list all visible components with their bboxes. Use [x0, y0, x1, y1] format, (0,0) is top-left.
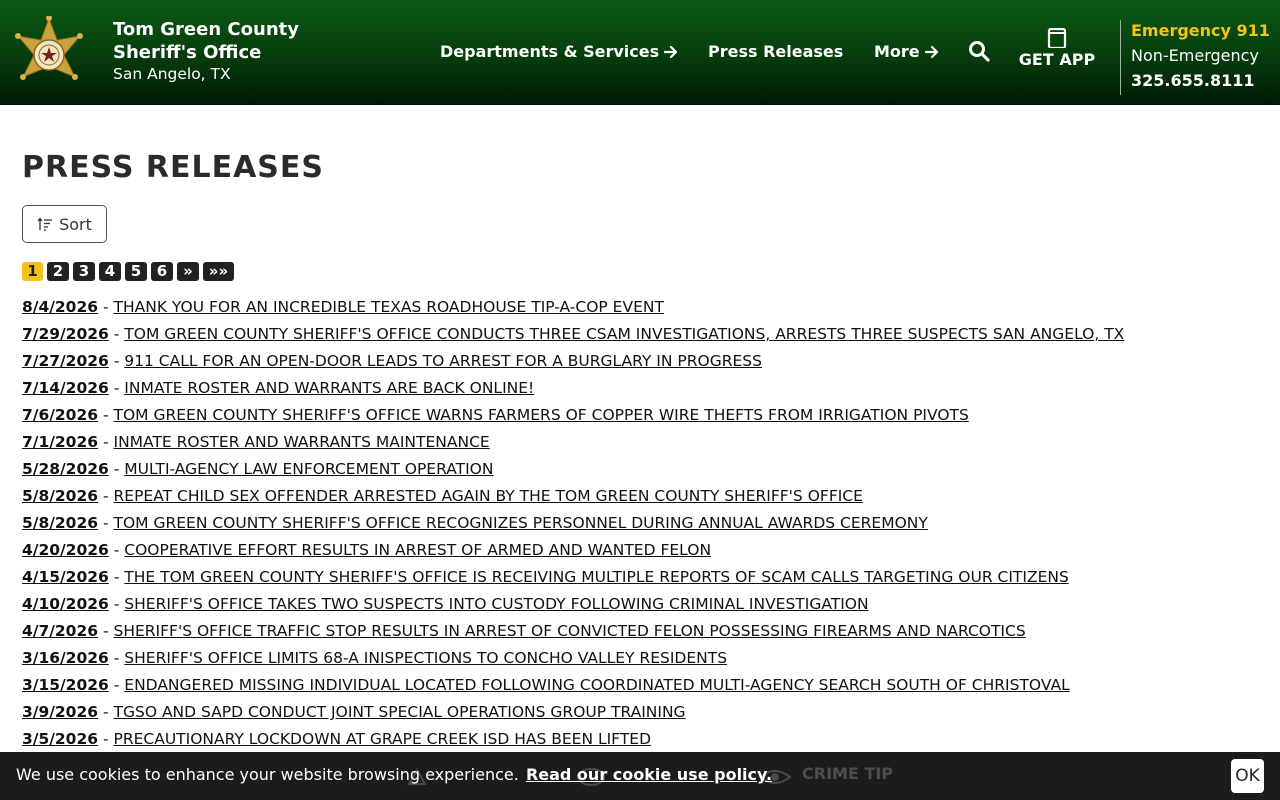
cookie-ok-button[interactable]: OK — [1231, 759, 1264, 793]
get-app-label: GET APP — [1018, 50, 1096, 69]
nav-label: Press Releases — [708, 42, 844, 61]
release-title: SHERIFF'S OFFICE TRAFFIC STOP RESULTS IN… — [113, 622, 1026, 640]
release-date: 7/14/2026 — [22, 379, 109, 397]
press-release-item[interactable]: 3/15/2026 - ENDANGERED MISSING INDIVIDUA… — [22, 674, 1124, 701]
contact-block: Emergency 911 Non-Emergency 325.655.8111 — [1131, 18, 1270, 93]
phone-icon — [1047, 28, 1067, 48]
release-date: 4/10/2026 — [22, 595, 109, 613]
release-title: ENDANGERED MISSING INDIVIDUAL LOCATED FO… — [124, 676, 1070, 694]
release-date: 4/7/2026 — [22, 622, 99, 640]
page-link-current[interactable]: 1 — [22, 262, 43, 281]
press-release-item[interactable]: 4/20/2026 - COOPERATIVE EFFORT RESULTS I… — [22, 539, 1124, 566]
page-link[interactable]: 6 — [151, 262, 173, 281]
press-release-item[interactable]: 5/8/2026 - REPEAT CHILD SEX OFFENDER ARR… — [22, 485, 1124, 512]
release-title: 911 CALL FOR AN OPEN-DOOR LEADS TO ARRES… — [124, 352, 762, 370]
brand-block[interactable]: Tom Green County Sheriff's Office San An… — [113, 18, 299, 84]
press-release-item[interactable]: 7/27/2026 - 911 CALL FOR AN OPEN-DOOR LE… — [22, 350, 1124, 377]
release-date: 3/16/2026 — [22, 649, 109, 667]
press-release-item[interactable]: 7/14/2026 - INMATE ROSTER AND WARRANTS A… — [22, 377, 1124, 404]
cookie-banner: CRIME TIP We use cookies to enhance your… — [0, 752, 1280, 800]
press-release-item[interactable]: 3/16/2026 - SHERIFF'S OFFICE LIMITS 68-A… — [22, 647, 1124, 674]
release-date: 5/8/2026 — [22, 514, 99, 532]
press-release-list: 8/4/2026 - THANK YOU FOR AN INCREDIBLE T… — [22, 296, 1124, 755]
press-release-item[interactable]: 8/4/2026 - THANK YOU FOR AN INCREDIBLE T… — [22, 296, 1124, 323]
nav-more[interactable]: More — [874, 42, 939, 61]
release-date: 8/4/2026 — [22, 298, 99, 316]
press-release-item[interactable]: 5/8/2026 - TOM GREEN COUNTY SHERIFF'S OF… — [22, 512, 1124, 539]
page-link[interactable]: 4 — [99, 262, 121, 281]
header-divider — [1120, 20, 1121, 95]
release-title: INMATE ROSTER AND WARRANTS ARE BACK ONLI… — [124, 379, 535, 397]
org-location: San Angelo, TX — [113, 65, 231, 83]
press-release-item[interactable]: 4/10/2026 - SHERIFF'S OFFICE TAKES TWO S… — [22, 593, 1124, 620]
release-date: 4/15/2026 — [22, 568, 109, 586]
nav-label: Departments & Services — [440, 42, 660, 61]
sort-button[interactable]: Sort — [22, 205, 107, 243]
release-title: COOPERATIVE EFFORT RESULTS IN ARREST OF … — [124, 541, 712, 559]
release-title: TOM GREEN COUNTY SHERIFF'S OFFICE CONDUC… — [124, 325, 1125, 343]
release-date: 3/5/2026 — [22, 730, 99, 748]
press-release-item[interactable]: 3/5/2026 - PRECAUTIONARY LOCKDOWN AT GRA… — [22, 728, 1124, 755]
non-emergency-label: Non-Emergency — [1131, 46, 1259, 65]
arrow-right-icon — [924, 45, 938, 58]
next-page-link[interactable]: » — [177, 262, 199, 281]
release-title: TOM GREEN COUNTY SHERIFF'S OFFICE RECOGN… — [113, 514, 928, 532]
pagination: 1 2 3 4 5 6 » »» — [22, 262, 234, 281]
release-title: THE TOM GREEN COUNTY SHERIFF'S OFFICE IS… — [124, 568, 1069, 586]
non-emergency-phone[interactable]: 325.655.8111 — [1131, 68, 1270, 93]
page-link[interactable]: 5 — [125, 262, 147, 281]
release-date: 7/1/2026 — [22, 433, 99, 451]
release-title: REPEAT CHILD SEX OFFENDER ARRESTED AGAIN… — [113, 487, 863, 505]
release-date: 3/9/2026 — [22, 703, 99, 721]
press-release-item[interactable]: 7/6/2026 - TOM GREEN COUNTY SHERIFF'S OF… — [22, 404, 1124, 431]
press-release-item[interactable]: 5/28/2026 - MULTI-AGENCY LAW ENFORCEMENT… — [22, 458, 1124, 485]
press-release-item[interactable]: 4/15/2026 - THE TOM GREEN COUNTY SHERIFF… — [22, 566, 1124, 593]
nav-press-releases[interactable]: Press Releases — [708, 42, 843, 61]
get-app-button[interactable]: GET APP — [1010, 28, 1104, 69]
release-title: PRECAUTIONARY LOCKDOWN AT GRAPE CREEK IS… — [113, 730, 652, 748]
release-title: MULTI-AGENCY LAW ENFORCEMENT OPERATION — [124, 460, 494, 478]
nav-label: More — [874, 42, 920, 61]
release-date: 3/15/2026 — [22, 676, 109, 694]
arrow-right-icon — [664, 45, 678, 58]
page-link[interactable]: 3 — [73, 262, 95, 281]
emergency-label[interactable]: Emergency 911 — [1131, 18, 1270, 43]
press-release-item[interactable]: 4/7/2026 - SHERIFF'S OFFICE TRAFFIC STOP… — [22, 620, 1124, 647]
site-header: Tom Green County Sheriff's Office San An… — [0, 0, 1280, 105]
press-release-item[interactable]: 3/9/2026 - TGSO AND SAPD CONDUCT JOINT S… — [22, 701, 1124, 728]
release-date: 7/29/2026 — [22, 325, 109, 343]
nav-departments-services[interactable]: Departments & Services — [440, 42, 678, 61]
org-name-line2: Sheriff's Office — [113, 42, 262, 63]
press-release-item[interactable]: 7/1/2026 - INMATE ROSTER AND WARRANTS MA… — [22, 431, 1124, 458]
last-page-link[interactable]: »» — [203, 262, 234, 281]
page-link[interactable]: 2 — [47, 262, 69, 281]
release-title: THANK YOU FOR AN INCREDIBLE TEXAS ROADHO… — [113, 298, 664, 316]
cookie-text: We use cookies to enhance your website b… — [16, 765, 772, 784]
release-date: 7/6/2026 — [22, 406, 99, 424]
sort-label: Sort — [59, 214, 92, 234]
release-date: 5/28/2026 — [22, 460, 109, 478]
release-title: TOM GREEN COUNTY SHERIFF'S OFFICE WARNS … — [113, 406, 969, 424]
release-date: 7/27/2026 — [22, 352, 109, 370]
release-title: SHERIFF'S OFFICE TAKES TWO SUSPECTS INTO… — [124, 595, 869, 613]
crime-tip-label[interactable]: CRIME TIP — [802, 764, 893, 783]
release-title: SHERIFF'S OFFICE LIMITS 68-A INISPECTION… — [124, 649, 728, 667]
release-title: INMATE ROSTER AND WARRANTS MAINTENANCE — [113, 433, 490, 451]
page-title: PRESS RELEASES — [22, 150, 325, 185]
cookie-policy-link[interactable]: Read our cookie use policy. — [526, 765, 772, 784]
org-name-line1: Tom Green County — [113, 19, 299, 40]
search-icon[interactable] — [968, 40, 990, 62]
release-date: 5/8/2026 — [22, 487, 99, 505]
release-title: TGSO AND SAPD CONDUCT JOINT SPECIAL OPER… — [113, 703, 686, 721]
sheriff-star-badge-icon[interactable] — [12, 16, 86, 88]
press-release-item[interactable]: 7/29/2026 - TOM GREEN COUNTY SHERIFF'S O… — [22, 323, 1124, 350]
cookie-message: We use cookies to enhance your website b… — [16, 765, 519, 784]
release-date: 4/20/2026 — [22, 541, 109, 559]
sort-icon — [37, 217, 53, 231]
